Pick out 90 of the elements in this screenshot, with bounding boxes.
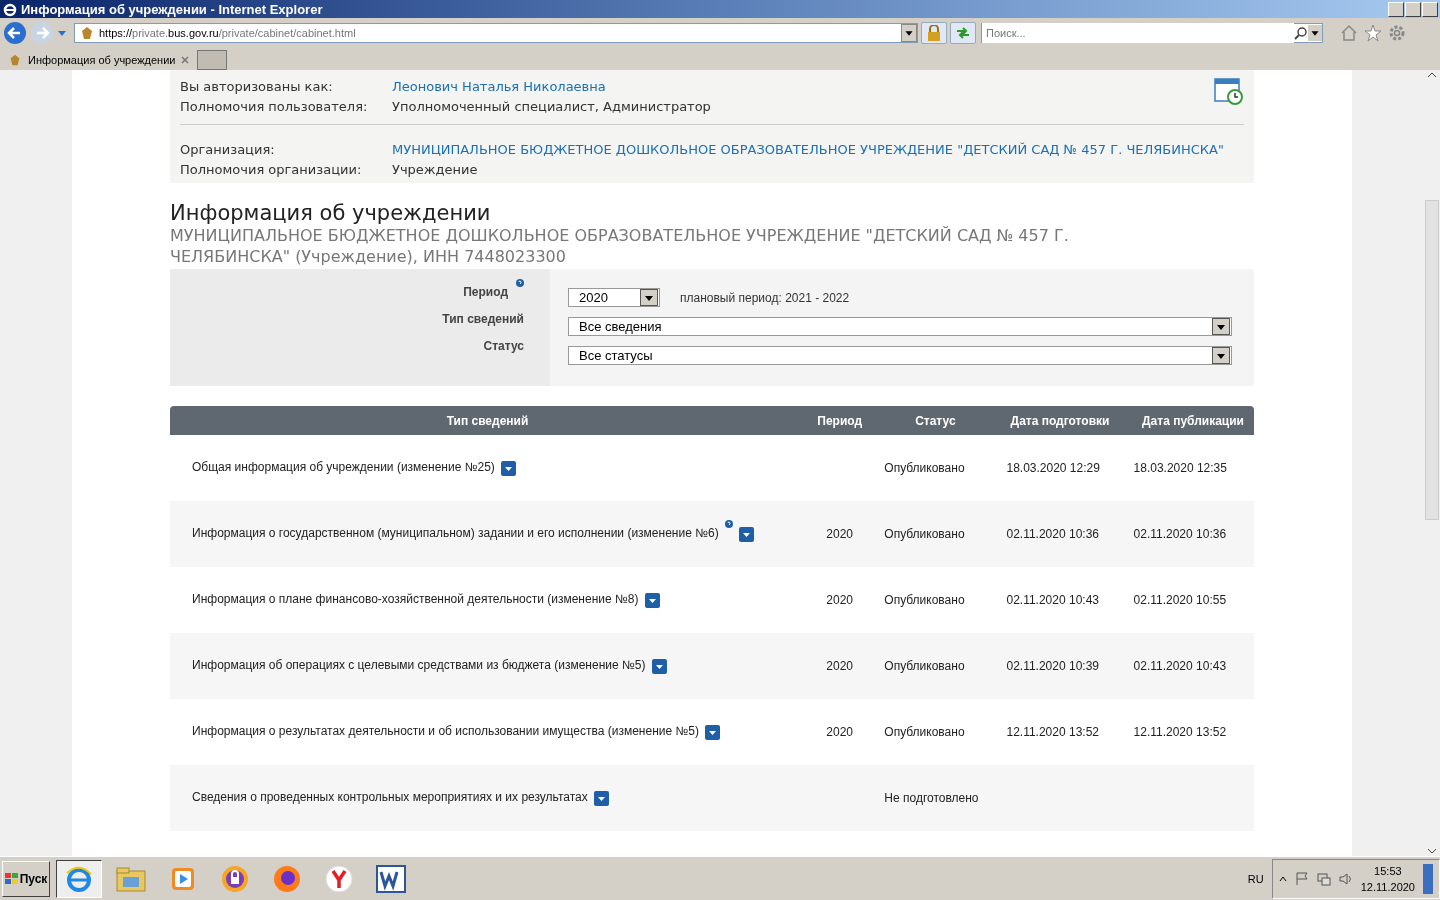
document-w-icon	[375, 864, 407, 894]
lock-button[interactable]	[921, 22, 947, 44]
table-cell: 2020	[805, 699, 875, 765]
play-icon	[169, 865, 197, 893]
field-label: Вы авторизованы как:	[180, 78, 334, 94]
field-label: Полномочия организации:	[180, 161, 363, 177]
refresh-button[interactable]	[950, 22, 976, 44]
refresh-arrows-icon	[955, 26, 971, 40]
close-button[interactable]	[1422, 1, 1438, 17]
dropdown-icon[interactable]	[738, 526, 754, 542]
help-icon[interactable]	[724, 520, 733, 529]
dropdown-icon[interactable]	[593, 790, 609, 806]
table-cell: 12.11.2020 13:52	[996, 699, 1124, 765]
chevron-up-icon[interactable]	[1278, 875, 1287, 883]
language-indicator[interactable]: RU	[1247, 873, 1264, 885]
flag-icon[interactable]	[1294, 872, 1309, 886]
clock-time[interactable]: 15:53	[1374, 865, 1402, 877]
table-cell: 02.11.2020 10:36	[1123, 501, 1254, 567]
minimize-button[interactable]	[1388, 1, 1404, 17]
document-type-text: Информация о государственном (муниципальном) задании и его исполнении (изменение №6)	[192, 526, 719, 541]
filter-label: Статус	[483, 339, 524, 353]
table-cell: 02.11.2020 10:39	[996, 633, 1124, 699]
restore-button[interactable]	[1405, 1, 1421, 17]
period-select[interactable]: 2020	[568, 288, 660, 307]
page-heading: Информация об учреждении	[170, 201, 492, 225]
dropdown-icon[interactable]	[705, 724, 720, 740]
scrollbar[interactable]	[1424, 70, 1440, 856]
field-label: Полномочия пользователя:	[180, 98, 369, 114]
browser-e-icon	[64, 864, 94, 894]
clock-date[interactable]: 12.11.2020	[1360, 881, 1415, 893]
planning-period-note: плановый период: 2021 - 2022	[680, 290, 850, 305]
speaker-icon[interactable]	[1338, 872, 1353, 886]
scroll-up-icon[interactable]	[1427, 72, 1437, 78]
table-cell: 18.03.2020 12:29	[996, 435, 1124, 501]
document-type-text: Сведения о проведенных контрольных мероприятиях и их результатах	[192, 790, 588, 805]
dropdown-icon[interactable]	[500, 460, 516, 476]
table-cell: 02.11.2020 10:43	[1123, 633, 1254, 699]
start-button[interactable]: Пуск	[2, 861, 50, 897]
table-cell: 02.11.2020 10:43	[996, 567, 1124, 633]
table-cell: 12.11.2020 13:52	[1123, 699, 1254, 765]
calendar-clock-icon[interactable]	[1214, 76, 1244, 106]
filter-label: Период	[463, 285, 508, 299]
table-cell: Опубликовано	[874, 633, 997, 699]
field-label: Организация:	[180, 141, 276, 157]
field-value: Учреждение	[392, 161, 478, 177]
column-header: Дата подготовки	[996, 406, 1124, 435]
status-select[interactable]: Все статусы	[568, 346, 1232, 365]
letter-y-icon	[324, 864, 354, 894]
organization-subheading: МУНИЦИПАЛЬНОЕ БЮДЖЕТНОЕ ДОШКОЛЬНОЕ ОБРАЗОВАТЕЛЬНОЕ УЧРЕЖДЕНИЕ "ДЕТСКИЙ САД № 457 Г. ЧЕЛЯБИНСКА" (Учреждение), ИНН 7448023300	[170, 225, 1070, 267]
user-link[interactable]: Леонович Наталья Николаевна	[392, 78, 606, 94]
document-type-text: Общая информация об учреждении (изменение №25)	[192, 460, 495, 475]
taskbar-app-button[interactable]	[56, 860, 102, 898]
table-cell: 02.11.2020 10:55	[1123, 567, 1254, 633]
star-icon[interactable]	[1364, 24, 1382, 42]
type-select[interactable]: Все сведения	[568, 317, 1232, 336]
browser-e-icon	[2, 1, 18, 17]
document-type-text: Информация о плане финансово-хозяйственной деятельности (изменение №8)	[192, 592, 639, 607]
filter-label: Тип сведений	[442, 312, 524, 326]
search-icon[interactable]	[1294, 26, 1308, 40]
table-cell: Опубликовано	[874, 501, 997, 567]
close-tab-icon[interactable]	[181, 56, 190, 64]
column-header: Тип сведений	[170, 406, 805, 435]
table-cell: Опубликовано	[874, 435, 997, 501]
table-cell: Опубликовано	[874, 699, 997, 765]
help-icon[interactable]	[516, 279, 524, 287]
address-field[interactable]: https://private.bus.gov.ru/private/cabinet/cabinet.html	[74, 23, 918, 43]
column-header: Статус	[874, 406, 997, 435]
column-header: Дата публикации	[1123, 406, 1254, 435]
scroll-down-icon[interactable]	[1427, 848, 1437, 854]
document-type-text: Информация об операциях с целевыми средствами из бюджета (изменение №5)	[192, 658, 646, 673]
padlock-icon	[927, 25, 941, 41]
dropdown-icon[interactable]	[644, 592, 660, 608]
lock-circle-icon	[220, 864, 250, 894]
table-cell: 2020	[805, 501, 875, 567]
new-tab-button[interactable]	[197, 50, 228, 70]
windows-flag-icon	[4, 873, 19, 885]
folder-icon	[115, 865, 147, 893]
table-cell: Не подготовлено	[874, 765, 997, 831]
column-header: Период	[805, 406, 875, 435]
table-cell: 18.03.2020 12:35	[1123, 435, 1254, 501]
organization-link[interactable]: МУНИЦИПАЛЬНОЕ БЮДЖЕТНОЕ ДОШКОЛЬНОЕ ОБРАЗОВАТЕЛЬНОЕ УЧРЕЖДЕНИЕ "ДЕТСКИЙ САД № 457 Г. ЧЕЛЯБИНСКА"	[392, 141, 1224, 157]
table-cell: Опубликовано	[874, 567, 997, 633]
dropdown-icon[interactable]	[651, 658, 667, 674]
table-cell: 2020	[805, 633, 875, 699]
table-cell: 2020	[805, 567, 875, 633]
network-icon[interactable]	[1316, 872, 1331, 886]
field-value: Уполномоченный специалист, Администратор	[392, 98, 711, 114]
window-title: Информация об учреждении - Internet Explorer	[21, 1, 323, 17]
table-cell: 02.11.2020 10:36	[996, 501, 1124, 567]
document-type-text: Информация о результатах деятельности и об использовании имущества (изменение №5)	[192, 724, 699, 739]
